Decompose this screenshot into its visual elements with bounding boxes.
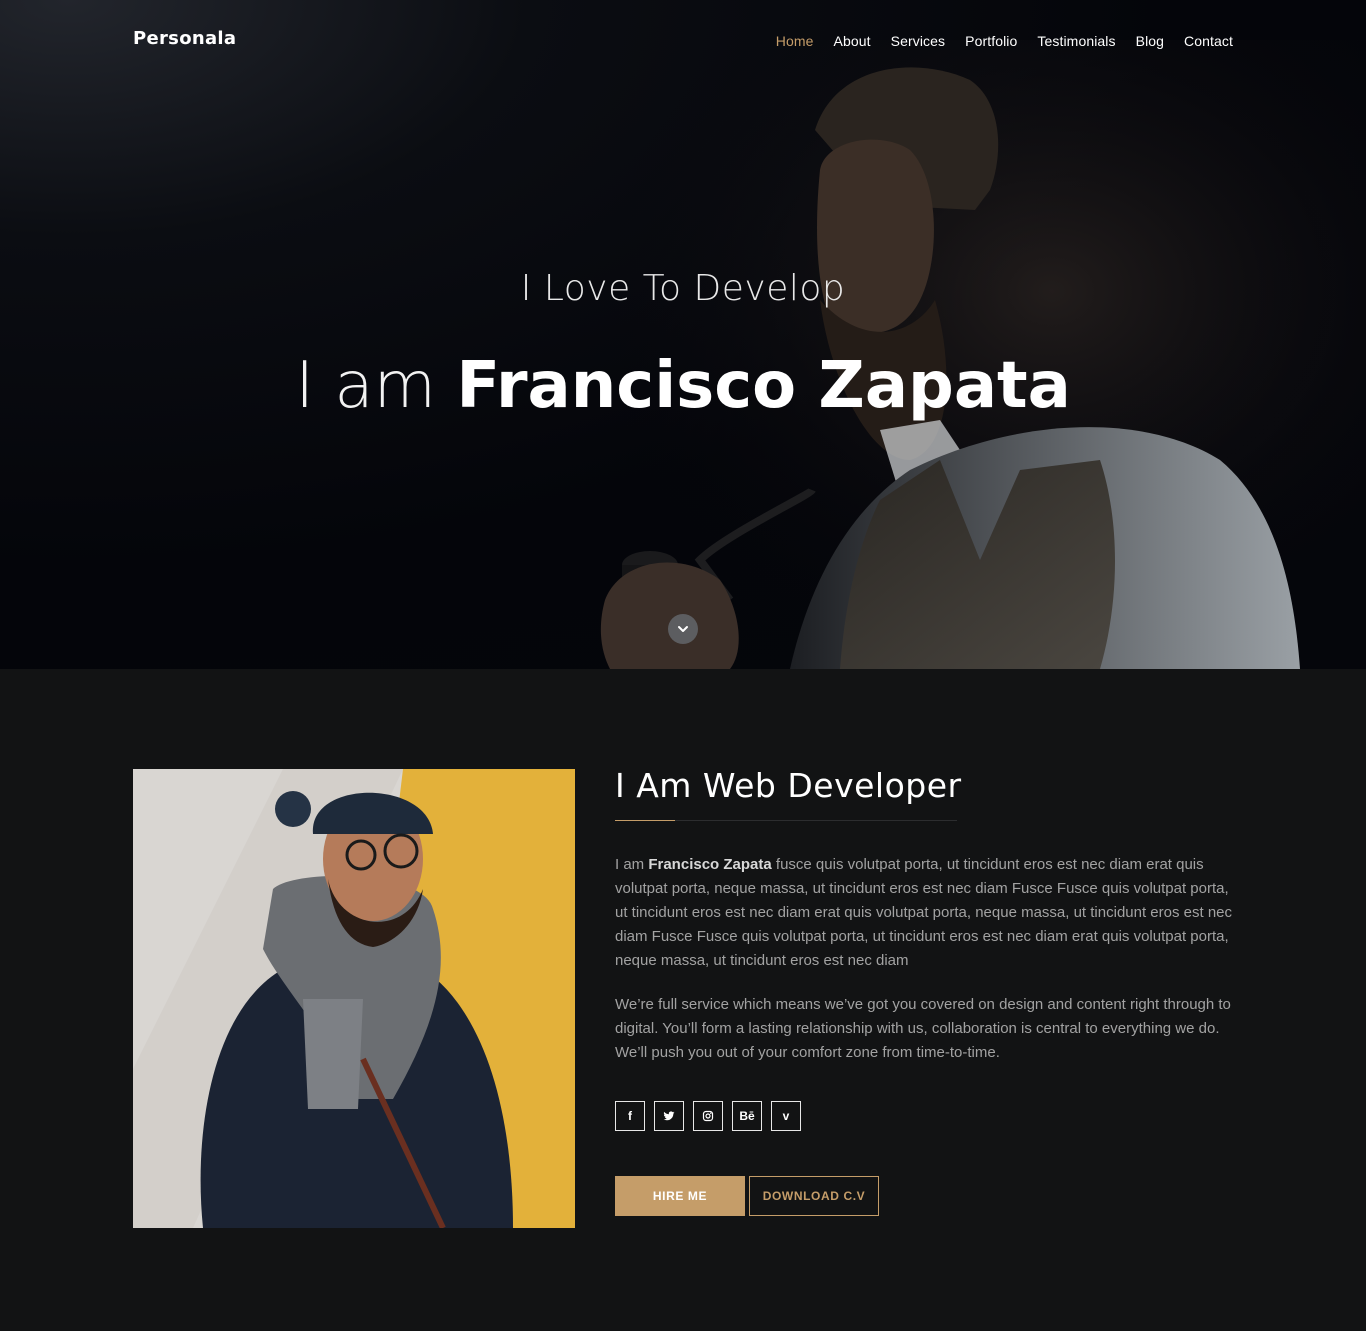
about-heading: I Am Web Developer: [615, 766, 962, 805]
about-paragraph-1-intro: I am: [615, 856, 649, 873]
hero-section: Personala Home About Services Portfolio …: [0, 0, 1366, 669]
hero-title-prefix: I am: [295, 349, 436, 423]
about-section: I Am Web Developer I am Francisco Zapata…: [0, 669, 1366, 1331]
nav-item-about[interactable]: About: [834, 33, 871, 49]
behance-link[interactable]: Bē: [732, 1101, 762, 1131]
twitter-link[interactable]: [654, 1101, 684, 1131]
chevron-down-icon: [678, 626, 688, 632]
instagram-link[interactable]: [693, 1101, 723, 1131]
nav-item-testimonials[interactable]: Testimonials: [1037, 33, 1115, 49]
facebook-link[interactable]: f: [615, 1101, 645, 1131]
hero-subtitle: I Love To Develop: [520, 268, 846, 309]
top-navigation-bar: Personala Home About Services Portfolio …: [133, 0, 1233, 80]
nav-item-home[interactable]: Home: [776, 33, 814, 49]
nav-item-services[interactable]: Services: [891, 33, 945, 49]
action-buttons: HIRE ME DOWNLOAD C.V: [615, 1176, 1235, 1216]
behance-icon: Bē: [739, 1109, 755, 1123]
heading-divider: [615, 820, 957, 821]
about-paragraph-1-name: Francisco Zapata: [648, 856, 772, 873]
brand-logo[interactable]: Personala: [133, 28, 236, 49]
vimeo-link[interactable]: v: [771, 1101, 801, 1131]
hero-title: I am Francisco Zapata: [0, 346, 1366, 426]
download-cv-button[interactable]: DOWNLOAD C.V: [749, 1176, 879, 1216]
about-paragraph-1: I am Francisco Zapata fusce quis volutpa…: [615, 853, 1235, 973]
twitter-icon: [663, 1111, 675, 1121]
scroll-down-button[interactable]: [668, 614, 698, 644]
hero-title-name: Francisco Zapata: [456, 349, 1071, 423]
about-content: I Am Web Developer I am Francisco Zapata…: [615, 766, 1235, 1216]
nav-item-portfolio[interactable]: Portfolio: [965, 33, 1017, 49]
hire-me-button[interactable]: HIRE ME: [615, 1176, 745, 1216]
heading-divider-accent: [615, 820, 675, 821]
facebook-icon: f: [628, 1109, 632, 1123]
about-paragraph-2: We’re full service which means we’ve got…: [615, 996, 1231, 1061]
nav-item-blog[interactable]: Blog: [1136, 33, 1164, 49]
about-profile-photo: [133, 769, 575, 1228]
main-nav: Home About Services Portfolio Testimonia…: [756, 33, 1233, 49]
nav-item-contact[interactable]: Contact: [1184, 33, 1233, 49]
instagram-icon: [702, 1110, 714, 1122]
vimeo-icon: v: [782, 1109, 790, 1123]
social-links: f Bē v: [615, 1101, 1235, 1131]
